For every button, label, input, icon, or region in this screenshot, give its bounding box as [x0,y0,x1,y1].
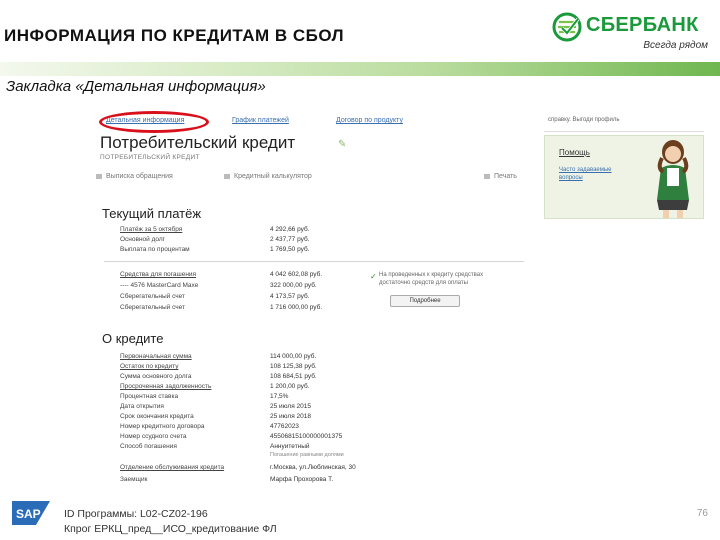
slide-title: ИНФОРМАЦИЯ ПО КРЕДИТАМ В СБОЛ [4,26,345,45]
sufficient-funds-notice: ✓ На проведенных к кредиту средствах дос… [370,271,485,313]
row-label: Сберегательный счет [120,304,186,311]
program-id: ID Программы: L02-CZ02-196 [64,508,208,520]
row-value: Марфа Прохорова Т. [270,476,334,483]
sap-logo: SAP [12,501,50,525]
help-panel: Помощь Часто задаваемые вопросы [544,135,704,219]
checkmark-icon: ✓ [370,272,377,281]
row-label: Процентная ставка [120,393,179,400]
brand-name: СБЕРБАНК [586,14,699,36]
tab-product-contract[interactable]: Договор по продукту [336,117,403,124]
divider [104,261,524,262]
tab-bar: Детальная информация График платежей Дог… [92,111,532,133]
tab-payment-schedule[interactable]: График платежей [232,117,289,124]
action-label: Печать [494,173,517,180]
slide-subtitle: Закладка «Детальная информация» [6,78,266,95]
row-label: Остаток по кредиту [120,363,179,370]
row-label: Выплата по процентам [120,246,190,253]
panel-top-link[interactable]: справку. Выгоди профиль [548,117,619,123]
row-label: Номер ссудного счета [120,433,187,440]
credit-subtitle: ПОТРЕБИТЕЛЬСКИЙ КРЕДИТ [100,154,200,161]
row-label: Дата открытия [120,403,164,410]
action-label: Кредитный калькулятор [234,173,312,180]
assistant-avatar-icon [657,140,689,218]
row-label: Основной долг [120,236,166,243]
row-value: 2 437,77 руб. [270,236,310,243]
row-value: 4 173,57 руб. [270,293,310,300]
sberbank-logo: СБЕРБАНК Всегда рядом [552,10,712,56]
row-label: ---- 4576 MasterCard Maxe [120,282,199,289]
sberbank-logo-icon [552,12,582,42]
credit-title: Потребительский кредит [100,133,296,152]
action-label: Выписка обращения [106,173,173,180]
app-screenshot: Детальная информация График платежей Дог… [92,105,712,510]
action-calculator[interactable]: Кредитный калькулятор [224,173,312,180]
row-value: г.Москва, ул.Люблинская, 30 [270,464,356,471]
header-band [0,62,720,76]
section-about-credit: О кредите [102,331,164,346]
row-value: 25 июля 2018 [270,413,311,420]
notice-text: На проведенных к кредиту средствах доста… [379,272,484,286]
row-value: 114 000,00 руб. [270,353,317,360]
row-value: Погашение равными долями [270,452,344,458]
row-value: Аннуитетный [270,443,310,450]
row-label: Платёж за 5 октября [120,226,183,233]
highlight-circle [99,111,209,133]
sap-logo-text: SAP [16,507,41,521]
section-current-payment: Текущий платёж [102,206,202,221]
action-print-statement[interactable]: Выписка обращения [96,173,173,180]
brand-slogan: Всегда рядом [643,40,708,51]
action-bar: Выписка обращения Кредитный калькулятор … [92,171,532,185]
row-label: Просроченная задолженность [120,383,212,390]
page-number: 76 [696,508,708,519]
printer-icon [484,173,490,179]
row-label: Срок окончания кредита [120,413,194,420]
row-value: 25 июля 2015 [270,403,311,410]
row-label: Сумма основного долга [120,373,192,380]
row-value: 322 000,00 руб. [270,282,317,289]
print-icon [96,173,102,179]
row-value: 45506815100000001375 [270,433,343,440]
edit-pencil-icon[interactable]: ✎ [338,139,346,150]
help-title[interactable]: Помощь [559,148,590,157]
calculator-icon [224,173,230,179]
row-label: Сберегательный счет [120,293,186,300]
row-value: 1 769,50 руб. [270,246,310,253]
program-name: Кпрог ЕРКЦ_пред__ИСО_кредитование ФЛ [64,523,277,535]
row-value: 47762023 [270,423,299,430]
divider [544,131,704,132]
details-button[interactable]: Подробнее [390,295,460,307]
row-value: 4 292,66 руб. [270,226,310,233]
row-value: 17,5% [270,393,289,400]
action-print[interactable]: Печать [484,173,517,180]
row-value: 1 200,00 руб. [270,383,310,390]
row-value: 1 716 000,00 руб. [270,304,323,311]
row-value: 108 684,51 руб. [270,373,317,380]
faq-link[interactable]: Часто задаваемые вопросы [559,166,629,182]
row-label: Номер кредитного договора [120,423,205,430]
row-label: Заемщик [120,476,148,483]
row-label[interactable]: Средства для погашения [120,271,265,278]
row-value: 108 125,38 руб. [270,363,317,370]
row-label: Способ погашения [120,443,177,450]
row-value: 4 042 602,08 руб. [270,271,323,278]
row-label: Первоначальная сумма [120,353,192,360]
row-label: Отделение обслуживания кредита [120,464,225,471]
